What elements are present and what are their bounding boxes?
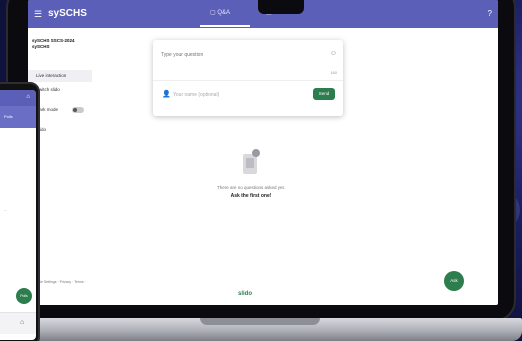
phone-content-text: … <box>4 208 8 212</box>
empty-state-cta: Ask the first one! <box>230 193 272 199</box>
question-input[interactable] <box>161 52 311 58</box>
sidebar-footer[interactable]: Cookie Settings · Privacy · Terms · Slid… <box>32 280 92 290</box>
person-icon: 👤 <box>162 91 171 98</box>
home-icon[interactable]: ⌂ <box>20 319 24 326</box>
help-icon[interactable]: ? <box>488 9 492 18</box>
menu-icon[interactable]: ☰ <box>34 9 42 20</box>
name-input[interactable]: Your name (optional) <box>173 92 219 98</box>
empty-state-message: There are no questions asked yet. <box>216 185 286 190</box>
card-divider <box>153 80 343 81</box>
phone-tab-bar[interactable]: Polls <box>0 106 36 128</box>
char-counter: 160 <box>330 70 337 75</box>
tab-qa[interactable]: ▢ Q&A <box>210 9 230 16</box>
event-title: sySCHS SSCS-2024 sySCHS <box>32 38 75 49</box>
dark-mode-toggle[interactable] <box>72 107 84 113</box>
phone-screen: ⌂ Polls … Polls ⌂ <box>0 90 36 340</box>
active-tab-indicator <box>200 25 250 27</box>
phone-header: ⌂ <box>0 90 36 106</box>
brand-logo: sySCHS <box>48 8 87 19</box>
empty-questions-icon <box>243 149 260 174</box>
slido-logo: slido <box>238 291 253 297</box>
person-icon[interactable]: ⌂ <box>26 94 30 100</box>
camera-notch <box>258 0 304 14</box>
phone-fab-button[interactable]: Polls <box>16 288 32 304</box>
laptop-groove <box>200 318 320 325</box>
phone-bottom-nav: ⌂ <box>0 312 36 334</box>
sidebar-item-live-interaction[interactable]: Live interaction <box>28 70 92 82</box>
emoji-icon[interactable]: ☺ <box>330 50 337 57</box>
phone-frame: ⌂ Polls … Polls ⌂ <box>0 82 40 341</box>
laptop-screen: ☰ sySCHS ▢ Q&A ▤ Polls ? sySCHS SSCS-202… <box>28 0 498 305</box>
ask-question-card: ☺ 160 👤 Your name (optional) Send <box>153 40 343 116</box>
ask-fab-button[interactable]: Ask <box>444 271 464 291</box>
send-button[interactable]: Send <box>313 88 335 100</box>
